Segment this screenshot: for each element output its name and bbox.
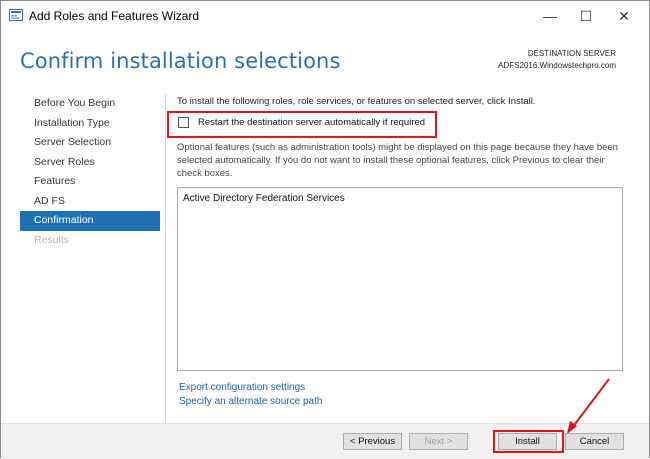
nav-divider	[165, 94, 166, 424]
nav-item-results: Results	[34, 233, 70, 246]
maximize-icon: ☐	[579, 7, 593, 24]
restart-checkbox-label[interactable]: Restart the destination server automatic…	[198, 117, 425, 128]
close-icon: ✕	[618, 7, 630, 24]
close-button[interactable]: ✕	[603, 1, 645, 31]
nav-item-ad-fs[interactable]: AD FS	[20, 192, 160, 212]
nav-item-confirmation[interactable]: Confirmation	[20, 211, 160, 231]
title-bar: Add Roles and Features Wizard — ☐ ✕	[1, 1, 649, 31]
destination-server-value: ADFS2016.Windowstechpro.com	[498, 61, 616, 70]
next-button: Next >	[409, 433, 468, 450]
previous-button[interactable]: < Previous	[343, 433, 402, 450]
intro-text: To install the following roles, role ser…	[177, 96, 536, 107]
wizard-window: Add Roles and Features Wizard — ☐ ✕ Conf…	[0, 0, 650, 459]
nav-item-server-roles[interactable]: Server Roles	[20, 153, 160, 173]
optional-features-text: Optional features (such as administratio…	[177, 142, 618, 179]
destination-server-label: DESTINATION SERVER	[527, 49, 616, 58]
wizard-nav: Before You Begin Installation Type Serve…	[20, 94, 160, 250]
maximize-button[interactable]: ☐	[565, 1, 607, 31]
nav-item-before-you-begin[interactable]: Before You Begin	[20, 94, 160, 114]
restart-checkbox[interactable]	[178, 117, 189, 128]
install-highlight-box	[493, 430, 564, 453]
nav-item-installation-type[interactable]: Installation Type	[20, 114, 160, 134]
minimize-icon: —	[543, 8, 557, 24]
window-title: Add Roles and Features Wizard	[29, 9, 200, 23]
page-title: Confirm installation selections	[20, 49, 341, 73]
list-item: Active Directory Federation Services	[183, 193, 345, 204]
server-manager-icon	[9, 9, 23, 21]
nav-item-features[interactable]: Features	[20, 172, 160, 192]
features-list[interactable]: Active Directory Federation Services	[177, 187, 623, 371]
export-configuration-link[interactable]: Export configuration settings	[179, 382, 305, 393]
annotation-arrow-icon	[567, 378, 610, 434]
nav-item-server-selection[interactable]: Server Selection	[20, 133, 160, 153]
alternate-source-link[interactable]: Specify an alternate source path	[179, 396, 322, 407]
